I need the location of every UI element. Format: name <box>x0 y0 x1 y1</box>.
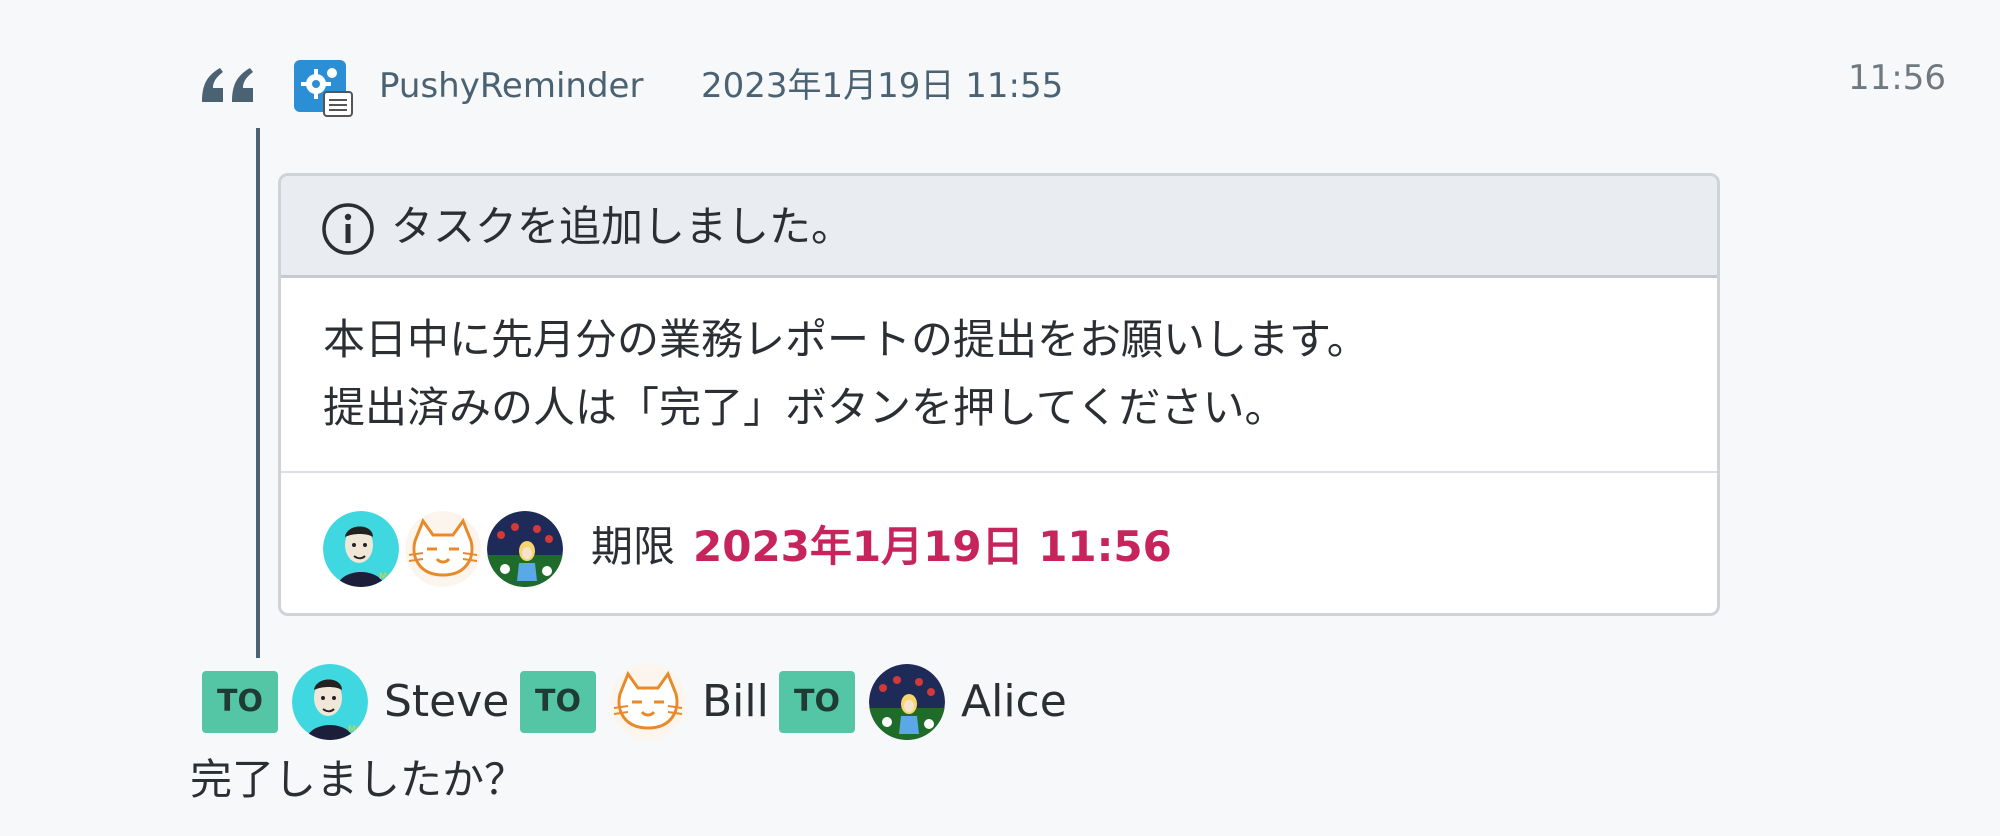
task-card: タスクを追加しました。 本日中に先月分の業務レポートの提出をお願いします。 提出… <box>278 173 1720 616</box>
assignee-avatar-bill[interactable] <box>405 511 481 587</box>
gear-app-icon <box>294 60 353 117</box>
mention-avatar-steve[interactable]: Mr <box>292 664 368 740</box>
quote-sender-name[interactable]: PushyReminder <box>379 64 643 108</box>
svg-text:Mr: Mr <box>379 572 391 582</box>
message-timestamp[interactable]: 11:56 <box>1848 56 1946 100</box>
task-card-header: タスクを追加しました。 <box>281 176 1717 278</box>
task-card-footer: Mr 期限 2023年1月19日 11:56 <box>281 473 1717 613</box>
task-header-title: タスクを追加しました。 <box>391 202 854 251</box>
svg-text:Mr: Mr <box>348 725 360 735</box>
mention-name-alice[interactable]: Alice <box>961 673 1067 731</box>
assignee-avatar-alice[interactable] <box>487 511 563 587</box>
to-badge: TO <box>202 671 278 733</box>
mention-avatar-alice[interactable] <box>869 664 945 740</box>
quote-bar <box>256 128 260 658</box>
mention-avatar-bill[interactable] <box>610 664 686 740</box>
assignee-avatar-steve[interactable]: Mr <box>323 511 399 587</box>
deadline-label: 期限 <box>591 522 676 571</box>
quote-timestamp[interactable]: 2023年1月19日 11:55 <box>701 64 1063 108</box>
task-body-line: 提出済みの人は「完了」ボタンを押してください。 <box>323 383 1287 432</box>
quote-mark-icon <box>202 68 253 102</box>
mention-name-steve[interactable]: Steve <box>384 673 509 731</box>
info-icon <box>322 203 374 255</box>
task-card-body: 本日中に先月分の業務レポートの提出をお願いします。 提出済みの人は「完了」ボタン… <box>281 278 1717 473</box>
to-badge: TO <box>779 671 855 733</box>
reply-message-text: 完了しましたか？ <box>190 755 527 804</box>
task-body-line: 本日中に先月分の業務レポートの提出をお願いします。 <box>323 315 1369 364</box>
deadline-value: 2023年1月19日 11:56 <box>693 522 1172 571</box>
mention-name-bill[interactable]: Bill <box>702 673 769 731</box>
to-badge: TO <box>520 671 596 733</box>
